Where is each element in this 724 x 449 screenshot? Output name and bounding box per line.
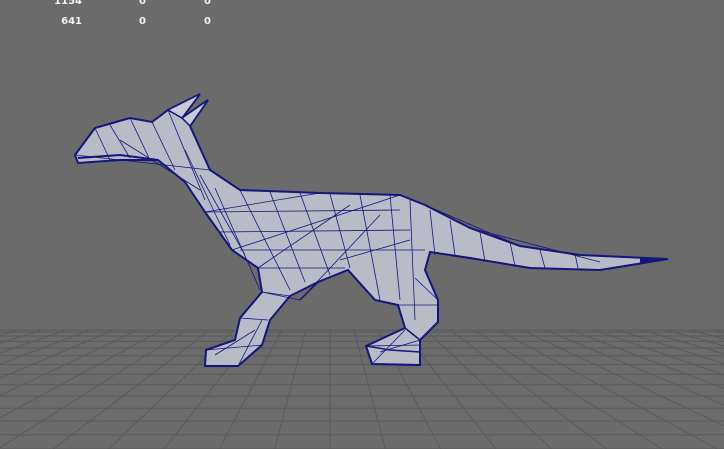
scene-canvas <box>0 93 724 449</box>
creature-mesh[interactable] <box>73 93 669 367</box>
3d-viewport[interactable]: 1154 0 0 641 0 0 <box>0 0 724 449</box>
mesh-body <box>73 93 669 367</box>
ground-grid <box>0 329 724 449</box>
